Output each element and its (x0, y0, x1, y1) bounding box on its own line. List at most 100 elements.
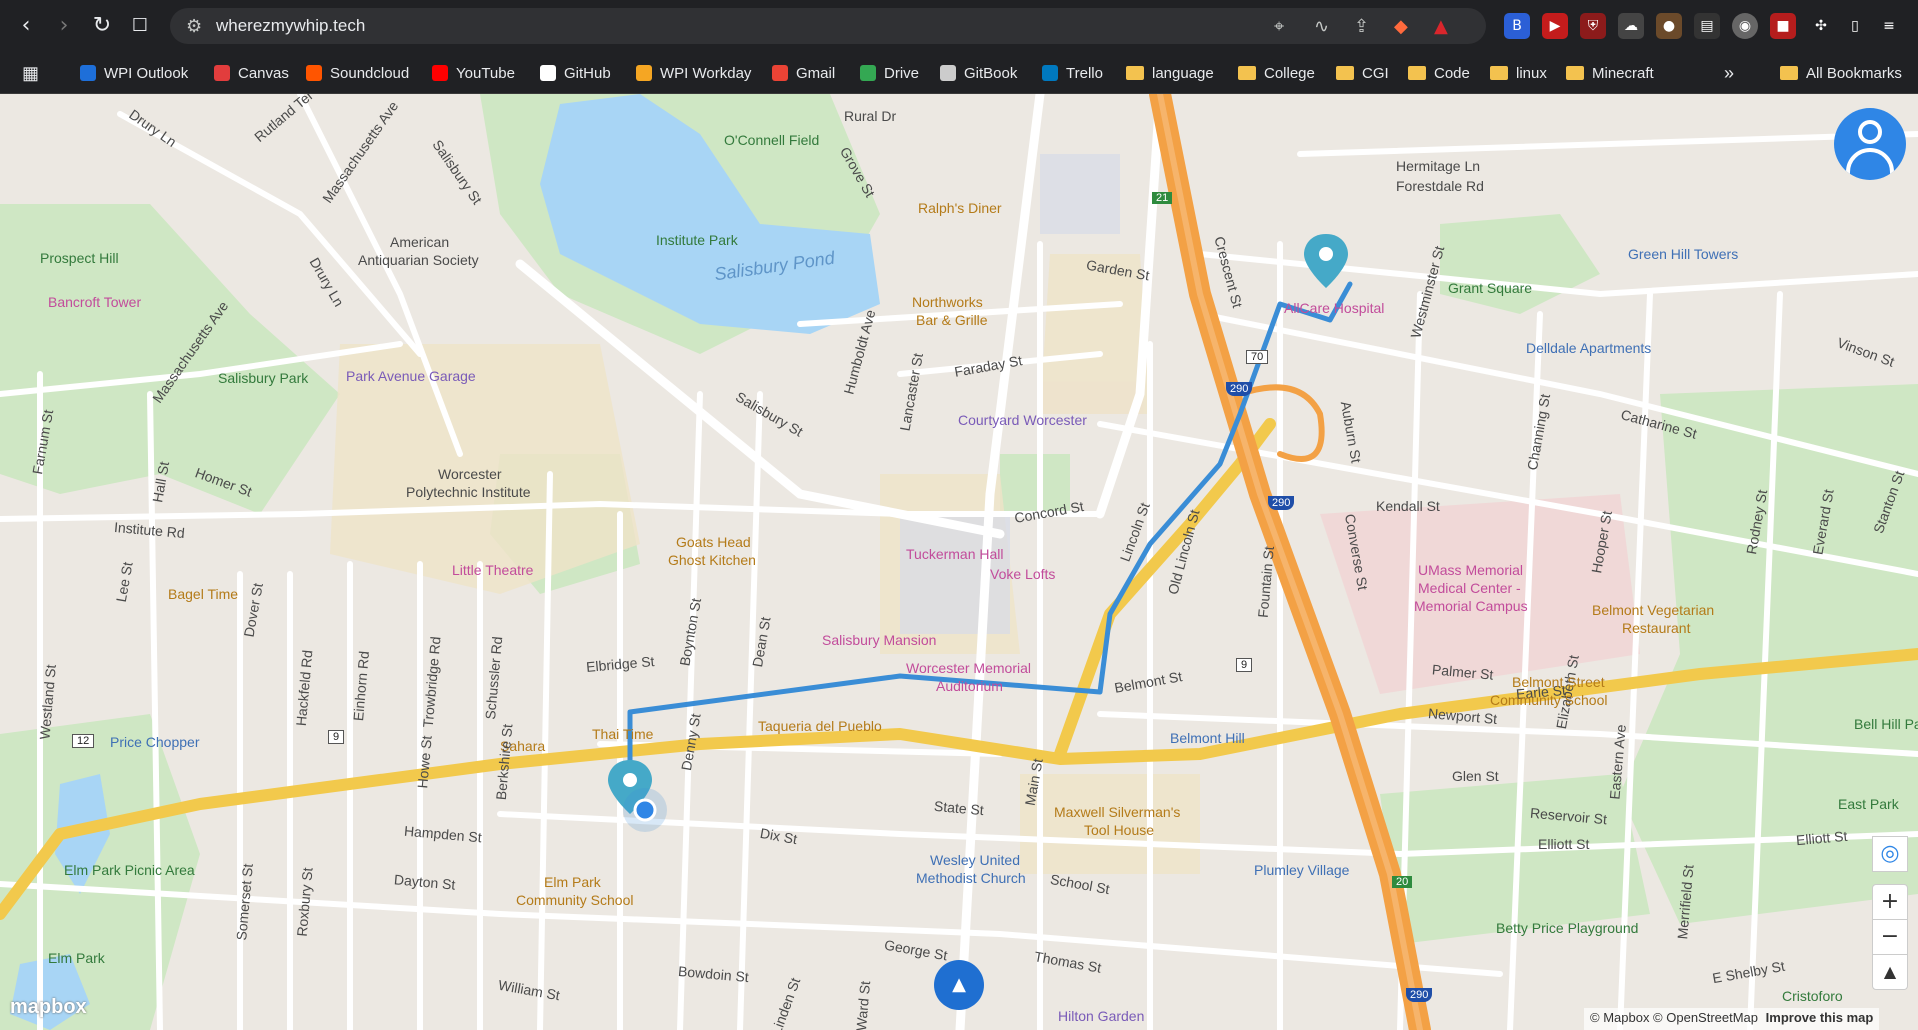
place-label-elm-park[interactable]: Elm Park (48, 950, 105, 966)
place-label-wesley2[interactable]: Methodist Church (916, 870, 1026, 886)
place-label-tuckerman[interactable]: Tuckerman Hall (906, 546, 1004, 562)
place-label-goats2[interactable]: Ghost Kitchen (668, 552, 756, 568)
bookmark-linux[interactable]: linux (1490, 61, 1547, 85)
zoom-out-button[interactable]: − (1872, 919, 1908, 955)
place-label-thai-time[interactable]: Thai Time (592, 726, 653, 742)
improve-map-link[interactable]: Improve this map (1766, 1010, 1874, 1025)
geolocate-button[interactable]: ◎ (1872, 836, 1908, 872)
extensions-puzzle-icon[interactable]: ✣ (1808, 13, 1834, 39)
bookmark-drive[interactable]: Drive (860, 61, 919, 85)
bookmark-minecraft[interactable]: Minecraft (1566, 61, 1654, 85)
bookmark-wpi-outlook[interactable]: WPI Outlook (80, 61, 188, 85)
place-label-maxwell2[interactable]: Tool House (1084, 822, 1154, 838)
sidebar-icon[interactable]: ▯ (1842, 13, 1868, 39)
place-label-betty[interactable]: Betty Price Playground (1496, 920, 1638, 936)
place-label-belmont-school2[interactable]: Community School (1490, 692, 1608, 708)
bookmark-icon[interactable]: ☐ (126, 12, 154, 40)
bookmark-canvas[interactable]: Canvas (214, 61, 289, 85)
bookmark-college[interactable]: College (1238, 61, 1315, 85)
url-text[interactable]: wherezmywhip.tech (216, 16, 365, 36)
apps-grid-icon[interactable]: ▦ (22, 61, 39, 85)
place-label-salisbury-mansion[interactable]: Salisbury Mansion (822, 632, 936, 648)
place-label-belmont-hill[interactable]: Belmont Hill (1170, 730, 1245, 746)
reload-button[interactable]: ↻ (88, 12, 116, 40)
extension-icon[interactable]: ● (1656, 13, 1682, 39)
reader-icon[interactable]: ▤ (1694, 13, 1720, 39)
place-label-wesley1[interactable]: Wesley United (930, 852, 1020, 868)
bookmark-cgi[interactable]: CGI (1336, 61, 1389, 85)
place-label-goats1[interactable]: Goats Head (676, 534, 751, 550)
all-bookmarks-folder[interactable]: All Bookmarks (1780, 61, 1902, 85)
place-label-elm-school2[interactable]: Community School (516, 892, 634, 908)
extension-icon[interactable]: B (1504, 13, 1530, 39)
menu-icon[interactable]: ≡ (1876, 13, 1902, 39)
share-icon[interactable]: ⇪ (1354, 16, 1369, 37)
bookmark-language[interactable]: language (1126, 61, 1214, 85)
bookmark-github[interactable]: GitHub (540, 61, 611, 85)
bookmark-soundcloud[interactable]: Soundcloud (306, 61, 409, 85)
expand-panel-button[interactable]: ▲ (934, 960, 984, 1010)
youtube-ext-icon[interactable]: ▶ (1542, 13, 1568, 39)
address-bar[interactable]: ⚙ wherezmywhip.tech ⌖ ∿ ⇪ ◆ ▲ (170, 8, 1486, 44)
user-avatar-button[interactable] (1834, 108, 1906, 180)
place-label-salisbury-park[interactable]: Salisbury Park (218, 370, 308, 386)
place-label-memorial1[interactable]: Worcester Memorial (906, 660, 1031, 676)
place-label-umass2[interactable]: Medical Center - (1418, 580, 1521, 596)
location-icon[interactable]: ⌖ (1274, 16, 1284, 37)
place-label-umass3[interactable]: Memorial Campus (1414, 598, 1528, 614)
attribution-text[interactable]: © Mapbox © OpenStreetMap (1590, 1010, 1758, 1025)
place-label-green-hill[interactable]: Green Hill Towers (1628, 246, 1738, 262)
place-label-northworks2[interactable]: Bar & Grille (916, 312, 988, 328)
place-label-taqueria[interactable]: Taqueria del Pueblo (758, 718, 882, 734)
ublock-icon[interactable]: ⛨ (1580, 13, 1606, 39)
brave-shield-icon[interactable]: ◆ (1394, 16, 1408, 37)
back-button[interactable]: ‹ (12, 12, 40, 40)
zoom-in-button[interactable]: + (1872, 884, 1908, 920)
extension-icon[interactable]: ◉ (1732, 13, 1758, 39)
place-label-bancroft[interactable]: Bancroft Tower (48, 294, 141, 310)
bookmark-code[interactable]: Code (1408, 61, 1470, 85)
forward-button[interactable]: › (50, 12, 78, 40)
place-label-cristoforo[interactable]: Cristoforo (1782, 988, 1843, 1004)
place-label-courtyard[interactable]: Courtyard Worcester (958, 412, 1087, 428)
place-label-umass1[interactable]: UMass Memorial (1418, 562, 1523, 578)
place-label-east-park[interactable]: East Park (1838, 796, 1899, 812)
bookmark-gmail[interactable]: Gmail (772, 61, 835, 85)
extension-icon[interactable]: ☁ (1618, 13, 1644, 39)
place-label-belmont-veg1[interactable]: Belmont Vegetarian (1592, 602, 1714, 618)
destination-pin-icon[interactable] (1304, 234, 1348, 288)
bookmark-trello[interactable]: Trello (1042, 61, 1103, 85)
bookmark-wpi-workday[interactable]: WPI Workday (636, 61, 751, 85)
mapbox-logo[interactable]: mapbox (10, 996, 87, 1019)
place-label-institute-park[interactable]: Institute Park (656, 232, 738, 248)
place-label-allcare[interactable]: AllCare Hospital (1284, 300, 1384, 316)
site-settings-icon[interactable]: ⚙ (186, 16, 202, 37)
place-label-bagel[interactable]: Bagel Time (168, 586, 238, 602)
place-label-northworks1[interactable]: Northworks (912, 294, 983, 310)
extension-icon[interactable]: ■ (1770, 13, 1796, 39)
place-label-elm-picnic[interactable]: Elm Park Picnic Area (64, 862, 195, 878)
nfc-icon[interactable]: ∿ (1314, 16, 1329, 37)
place-label-plumley[interactable]: Plumley Village (1254, 862, 1349, 878)
bookmark-gitbook[interactable]: GitBook (940, 61, 1017, 85)
place-label-grant-sq[interactable]: Grant Square (1448, 280, 1532, 296)
compass-button[interactable]: ▲ (1872, 954, 1908, 990)
place-label-ralphs[interactable]: Ralph's Diner (918, 200, 1002, 216)
brave-rewards-icon[interactable]: ▲ (1434, 16, 1448, 37)
place-label-voke[interactable]: Voke Lofts (990, 566, 1055, 582)
more-bookmarks-button[interactable]: » (1724, 61, 1734, 85)
bookmark-youtube[interactable]: YouTube (432, 61, 515, 85)
place-label-delldale[interactable]: Delldale Apartments (1526, 340, 1651, 356)
place-label-memorial2[interactable]: Auditorium (936, 678, 1003, 694)
place-label-prospect-hill[interactable]: Prospect Hill (40, 250, 119, 266)
place-label-price-chopper[interactable]: Price Chopper (110, 734, 200, 750)
map-canvas[interactable]: Rural Dr O'Connell Field Drury Ln Rutland T… (0, 94, 1918, 1030)
place-label-oconnell[interactable]: O'Connell Field (724, 132, 819, 148)
place-label-belmont-veg2[interactable]: Restaurant (1622, 620, 1690, 636)
place-label-hilton[interactable]: Hilton Garden (1058, 1008, 1144, 1024)
place-label-little-theatre[interactable]: Little Theatre (452, 562, 533, 578)
place-label-belmont-school1[interactable]: Belmont Street (1512, 674, 1605, 690)
place-label-park-ave-garage[interactable]: Park Avenue Garage (346, 368, 476, 384)
place-label-elm-school1[interactable]: Elm Park (544, 874, 601, 890)
place-label-maxwell1[interactable]: Maxwell Silverman's (1054, 804, 1180, 820)
